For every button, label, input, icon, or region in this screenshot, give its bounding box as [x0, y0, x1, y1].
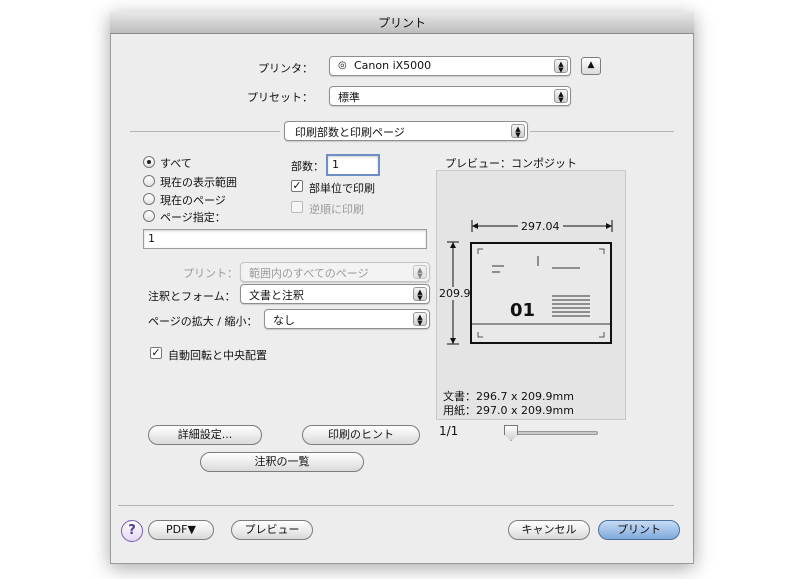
popup-arrows-icon: ▲ ▼	[413, 287, 427, 302]
printer-status-icon: ◎	[338, 60, 347, 71]
page-scaling-label: ページの拡大 / 縮小：	[148, 315, 258, 328]
reverse-order-checkbox[interactable]	[291, 201, 303, 213]
title-bar: プリント	[110, 12, 694, 34]
radio-all-label: すべて	[160, 157, 192, 170]
preview-paper	[470, 242, 612, 344]
copies-label: 部数：	[291, 160, 324, 173]
window-title: プリント	[377, 16, 426, 30]
printer-popup[interactable]: ◎ Canon iX5000 ▲ ▼	[329, 56, 571, 76]
page-slider-track[interactable]	[508, 431, 598, 435]
print-button[interactable]: プリント	[598, 520, 680, 540]
reverse-order-label: 逆順に印刷	[309, 203, 364, 216]
panel-selector-value: 印刷部数と印刷ページ	[295, 126, 405, 139]
separator	[130, 131, 280, 132]
preview-height: 209.9	[439, 287, 471, 300]
preview-width: 297.04	[518, 220, 563, 233]
auto-rotate-checkbox[interactable]: ✓	[150, 347, 162, 359]
popup-arrows-icon: ▲ ▼	[413, 312, 427, 327]
panel-selector-popup[interactable]: 印刷部数と印刷ページ ▲ ▼	[284, 121, 528, 141]
printer-label: プリンタ：	[258, 62, 313, 75]
popup-arrows-icon: ▲ ▼	[554, 59, 568, 74]
print-what-label: プリント：	[183, 267, 238, 280]
radio-specify-pages-label: ページ指定：	[160, 211, 226, 224]
preset-value: 標準	[338, 91, 360, 104]
printer-value: Canon iX5000	[354, 59, 432, 72]
page-indicator: 1/1	[439, 424, 459, 438]
copies-input[interactable]: 1	[326, 154, 380, 176]
disclosure-triangle-icon: ▲	[587, 60, 595, 70]
preset-popup[interactable]: 標準 ▲ ▼	[329, 86, 571, 106]
preset-label: プリセット：	[247, 91, 313, 104]
popup-arrows-icon: ▲ ▼	[413, 265, 427, 280]
disclosure-button[interactable]: ▲	[581, 57, 601, 75]
comments-forms-label: 注釈とフォーム：	[148, 290, 236, 303]
help-icon: ?	[128, 523, 136, 538]
help-button[interactable]: ?	[121, 520, 143, 542]
collate-label: 部単位で印刷	[309, 182, 375, 195]
pdf-button[interactable]: PDF▼	[148, 520, 214, 540]
arrow-up-icon	[450, 242, 456, 248]
preview-button[interactable]: プレビュー	[231, 520, 313, 540]
summarize-comments-button[interactable]: 注釈の一覧	[200, 452, 364, 472]
collate-checkbox[interactable]: ✓	[291, 180, 303, 192]
advanced-button[interactable]: 詳細設定...	[148, 425, 262, 445]
comments-forms-popup[interactable]: 文書と注釈 ▲ ▼	[240, 284, 430, 304]
separator	[118, 505, 674, 506]
separator	[530, 131, 674, 132]
arrow-right-icon	[606, 223, 612, 229]
radio-current-view[interactable]	[143, 175, 155, 187]
print-tips-button[interactable]: 印刷のヒント	[302, 425, 420, 445]
preview-title: プレビュー：コンポジット	[445, 157, 577, 170]
radio-specify-pages[interactable]	[143, 210, 155, 222]
page-range-input[interactable]: 1	[143, 229, 427, 249]
popup-arrows-icon: ▲ ▼	[511, 124, 525, 139]
preview-sample-number: 01	[510, 300, 536, 321]
preview-page-content	[472, 248, 610, 338]
print-what-popup[interactable]: 範囲内のすべてのページ ▲ ▼	[240, 262, 430, 282]
popup-arrows-icon: ▲ ▼	[554, 89, 568, 104]
radio-current-page-label: 現在のページ	[160, 194, 226, 207]
radio-current-page[interactable]	[143, 193, 155, 205]
print-what-value: 範囲内のすべてのページ	[249, 267, 369, 280]
page-scaling-popup[interactable]: なし ▲ ▼	[264, 309, 430, 329]
radio-current-view-label: 現在の表示範囲	[160, 176, 237, 189]
preview-paper-size: 用紙：297.0 x 209.9mm	[443, 404, 574, 417]
comments-forms-value: 文書と注釈	[249, 289, 304, 302]
arrow-left-icon	[472, 223, 478, 229]
arrow-down-icon	[450, 338, 456, 344]
cancel-button[interactable]: キャンセル	[508, 520, 590, 540]
auto-rotate-label: 自動回転と中央配置	[168, 349, 267, 362]
radio-all[interactable]	[143, 156, 155, 168]
page-scaling-value: なし	[273, 314, 295, 327]
